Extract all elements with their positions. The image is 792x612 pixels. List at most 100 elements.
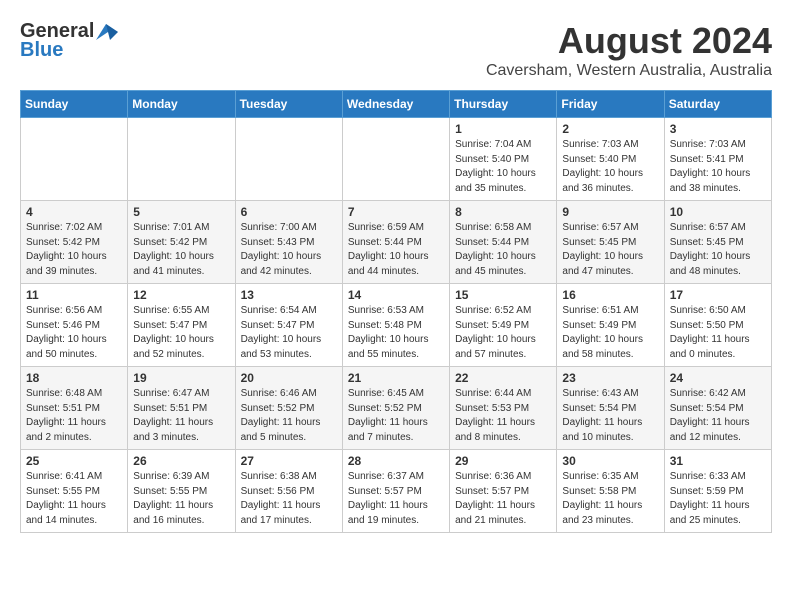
day-info: Sunrise: 6:47 AM Sunset: 5:51 PM Dayligh…	[133, 387, 229, 445]
day-number: 25	[26, 454, 122, 468]
calendar-cell: 23 Sunrise: 6:43 AM Sunset: 5:54 PM Dayli…	[557, 367, 664, 450]
day-number: 24	[670, 371, 766, 385]
calendar-cell: 5 Sunrise: 7:01 AM Sunset: 5:42 PM Daylig…	[128, 201, 235, 284]
day-info: Sunrise: 6:35 AM Sunset: 5:58 PM Dayligh…	[562, 470, 658, 528]
day-header-sunday: Sunday	[21, 91, 128, 118]
day-info: Sunrise: 6:45 AM Sunset: 5:52 PM Dayligh…	[348, 387, 444, 445]
day-number: 2	[562, 122, 658, 136]
day-info: Sunrise: 7:01 AM Sunset: 5:42 PM Dayligh…	[133, 221, 229, 279]
day-number: 31	[670, 454, 766, 468]
day-info: Sunrise: 6:43 AM Sunset: 5:54 PM Dayligh…	[562, 387, 658, 445]
logo-blue: Blue	[20, 39, 63, 62]
day-number: 12	[133, 288, 229, 302]
calendar-cell: 9Sunrise: 6:57 AM Sunset: 5:45 PM Daylig…	[557, 201, 664, 284]
day-info: Sunrise: 6:57 AM Sunset: 5:45 PM Dayligh…	[670, 221, 766, 279]
title-block: August 2024 Caversham, Western Australia…	[486, 20, 772, 80]
days-header-row: SundayMondayTuesdayWednesdayThursdayFrid…	[21, 91, 772, 118]
day-number: 26	[133, 454, 229, 468]
calendar-cell: 10 Sunrise: 6:57 AM Sunset: 5:45 PM Dayli…	[664, 201, 771, 284]
day-info: Sunrise: 7:02 AM Sunset: 5:42 PM Dayligh…	[26, 221, 122, 279]
week-row-3: 11Sunrise: 6:56 AM Sunset: 5:46 PM Dayli…	[21, 284, 772, 367]
logo: General Blue	[20, 20, 118, 62]
day-info: Sunrise: 6:51 AM Sunset: 5:49 PM Dayligh…	[562, 304, 658, 362]
day-header-thursday: Thursday	[450, 91, 557, 118]
calendar-cell: 19 Sunrise: 6:47 AM Sunset: 5:51 PM Dayli…	[128, 367, 235, 450]
day-info: Sunrise: 6:41 AM Sunset: 5:55 PM Dayligh…	[26, 470, 122, 528]
day-number: 10	[670, 205, 766, 219]
day-info: Sunrise: 6:38 AM Sunset: 5:56 PM Dayligh…	[241, 470, 337, 528]
day-number: 29	[455, 454, 551, 468]
page-header: General Blue August 2024 Caversham, West…	[20, 20, 772, 80]
calendar-cell	[128, 118, 235, 201]
day-number: 14	[348, 288, 444, 302]
calendar-cell: 6Sunrise: 7:00 AM Sunset: 5:43 PM Daylig…	[235, 201, 342, 284]
day-info: Sunrise: 6:36 AM Sunset: 5:57 PM Dayligh…	[455, 470, 551, 528]
day-info: Sunrise: 6:59 AM Sunset: 5:44 PM Dayligh…	[348, 221, 444, 279]
day-header-tuesday: Tuesday	[235, 91, 342, 118]
day-info: Sunrise: 6:50 AM Sunset: 5:50 PM Dayligh…	[670, 304, 766, 362]
calendar-cell: 17Sunrise: 6:50 AM Sunset: 5:50 PM Dayli…	[664, 284, 771, 367]
day-number: 19	[133, 371, 229, 385]
calendar-table: SundayMondayTuesdayWednesdayThursdayFrid…	[20, 90, 772, 533]
day-number: 6	[241, 205, 337, 219]
calendar-cell: 1Sunrise: 7:04 AM Sunset: 5:40 PM Daylig…	[450, 118, 557, 201]
day-info: Sunrise: 6:44 AM Sunset: 5:53 PM Dayligh…	[455, 387, 551, 445]
week-row-4: 18Sunrise: 6:48 AM Sunset: 5:51 PM Dayli…	[21, 367, 772, 450]
day-info: Sunrise: 6:37 AM Sunset: 5:57 PM Dayligh…	[348, 470, 444, 528]
calendar-cell: 7Sunrise: 6:59 AM Sunset: 5:44 PM Daylig…	[342, 201, 449, 284]
day-info: Sunrise: 6:56 AM Sunset: 5:46 PM Dayligh…	[26, 304, 122, 362]
day-info: Sunrise: 6:57 AM Sunset: 5:45 PM Dayligh…	[562, 221, 658, 279]
calendar-cell: 25 Sunrise: 6:41 AM Sunset: 5:55 PM Dayli…	[21, 450, 128, 533]
calendar-cell: 12 Sunrise: 6:55 AM Sunset: 5:47 PM Dayli…	[128, 284, 235, 367]
calendar-cell: 18Sunrise: 6:48 AM Sunset: 5:51 PM Dayli…	[21, 367, 128, 450]
day-number: 15	[455, 288, 551, 302]
day-number: 22	[455, 371, 551, 385]
day-number: 30	[562, 454, 658, 468]
day-info: Sunrise: 6:54 AM Sunset: 5:47 PM Dayligh…	[241, 304, 337, 362]
calendar-cell	[342, 118, 449, 201]
day-number: 1	[455, 122, 551, 136]
day-info: Sunrise: 6:55 AM Sunset: 5:47 PM Dayligh…	[133, 304, 229, 362]
day-number: 20	[241, 371, 337, 385]
day-info: Sunrise: 6:46 AM Sunset: 5:52 PM Dayligh…	[241, 387, 337, 445]
day-number: 13	[241, 288, 337, 302]
day-number: 5	[133, 205, 229, 219]
calendar-cell: 13 Sunrise: 6:54 AM Sunset: 5:47 PM Dayli…	[235, 284, 342, 367]
day-info: Sunrise: 6:39 AM Sunset: 5:55 PM Dayligh…	[133, 470, 229, 528]
calendar-cell: 24 Sunrise: 6:42 AM Sunset: 5:54 PM Dayli…	[664, 367, 771, 450]
day-number: 3	[670, 122, 766, 136]
day-number: 8	[455, 205, 551, 219]
calendar-cell	[21, 118, 128, 201]
calendar-cell: 14Sunrise: 6:53 AM Sunset: 5:48 PM Dayli…	[342, 284, 449, 367]
calendar-cell: 11Sunrise: 6:56 AM Sunset: 5:46 PM Dayli…	[21, 284, 128, 367]
day-info: Sunrise: 6:52 AM Sunset: 5:49 PM Dayligh…	[455, 304, 551, 362]
calendar-cell: 2Sunrise: 7:03 AM Sunset: 5:40 PM Daylig…	[557, 118, 664, 201]
day-info: Sunrise: 6:33 AM Sunset: 5:59 PM Dayligh…	[670, 470, 766, 528]
day-info: Sunrise: 6:58 AM Sunset: 5:44 PM Dayligh…	[455, 221, 551, 279]
calendar-cell: 29 Sunrise: 6:36 AM Sunset: 5:57 PM Dayli…	[450, 450, 557, 533]
day-number: 16	[562, 288, 658, 302]
day-number: 28	[348, 454, 444, 468]
day-header-friday: Friday	[557, 91, 664, 118]
day-number: 4	[26, 205, 122, 219]
calendar-cell: 22 Sunrise: 6:44 AM Sunset: 5:53 PM Dayli…	[450, 367, 557, 450]
calendar-cell: 15 Sunrise: 6:52 AM Sunset: 5:49 PM Dayli…	[450, 284, 557, 367]
calendar-cell: 16 Sunrise: 6:51 AM Sunset: 5:49 PM Dayli…	[557, 284, 664, 367]
calendar-cell: 31 Sunrise: 6:33 AM Sunset: 5:59 PM Dayli…	[664, 450, 771, 533]
subtitle: Caversham, Western Australia, Australia	[486, 62, 772, 80]
day-info: Sunrise: 7:03 AM Sunset: 5:41 PM Dayligh…	[670, 138, 766, 196]
day-number: 18	[26, 371, 122, 385]
day-number: 21	[348, 371, 444, 385]
calendar-cell: 30 Sunrise: 6:35 AM Sunset: 5:58 PM Dayli…	[557, 450, 664, 533]
week-row-2: 4 Sunrise: 7:02 AM Sunset: 5:42 PM Daylig…	[21, 201, 772, 284]
calendar-cell: 4 Sunrise: 7:02 AM Sunset: 5:42 PM Daylig…	[21, 201, 128, 284]
calendar-cell	[235, 118, 342, 201]
day-info: Sunrise: 6:42 AM Sunset: 5:54 PM Dayligh…	[670, 387, 766, 445]
calendar-cell: 3 Sunrise: 7:03 AM Sunset: 5:41 PM Daylig…	[664, 118, 771, 201]
calendar-cell: 21 Sunrise: 6:45 AM Sunset: 5:52 PM Dayli…	[342, 367, 449, 450]
calendar-cell: 26 Sunrise: 6:39 AM Sunset: 5:55 PM Dayli…	[128, 450, 235, 533]
day-number: 23	[562, 371, 658, 385]
calendar-cell: 27Sunrise: 6:38 AM Sunset: 5:56 PM Dayli…	[235, 450, 342, 533]
calendar-cell: 20 Sunrise: 6:46 AM Sunset: 5:52 PM Dayli…	[235, 367, 342, 450]
calendar-cell: 28 Sunrise: 6:37 AM Sunset: 5:57 PM Dayli…	[342, 450, 449, 533]
